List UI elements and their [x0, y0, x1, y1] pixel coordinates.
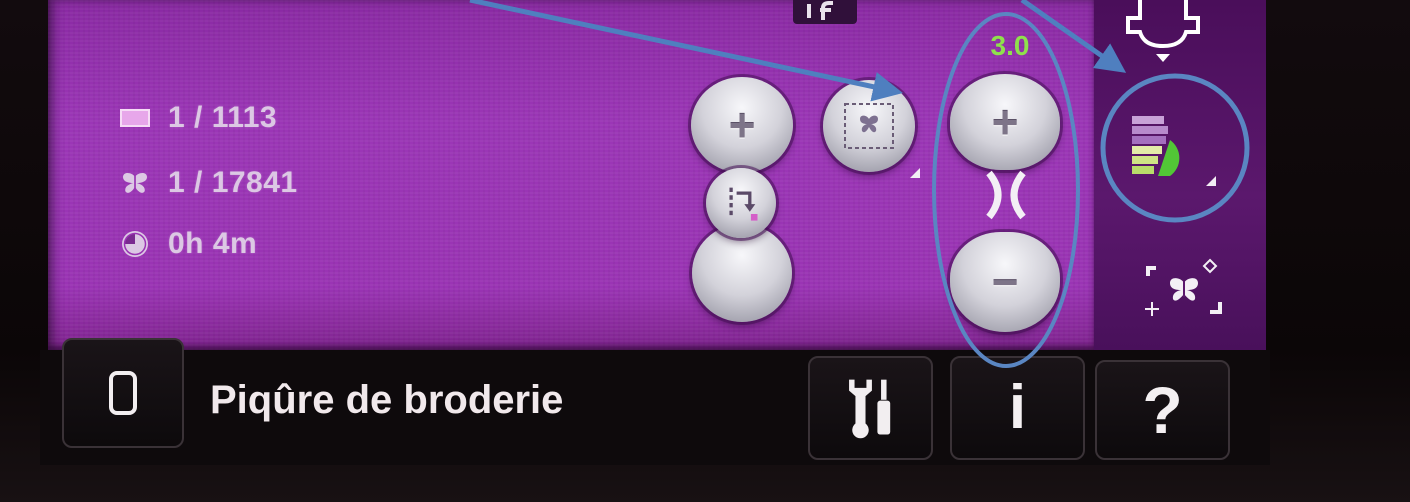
color-block-icon [118, 103, 152, 133]
design-position-button[interactable] [823, 80, 915, 172]
stitch-width-value: 3.0 [990, 30, 1030, 61]
time-info: 0h 4m [118, 224, 257, 264]
stitch-width-plus-button[interactable]: + [950, 74, 1060, 170]
blank-round-button[interactable] [692, 224, 792, 322]
clock-icon [118, 229, 152, 259]
plus-button[interactable]: + [691, 77, 793, 173]
stitch-width-icon [976, 170, 1036, 220]
help-button[interactable]: ? [1095, 360, 1230, 460]
sewing-machine-display: 1 / 1113 1 / 17841 0h 4m + 3.0 + − Piqûr… [0, 0, 1410, 502]
partial-glyph-icon [807, 1, 833, 20]
color-block-count: 1 / 1113 [168, 101, 278, 134]
tools-icon [848, 379, 890, 439]
help-icon: ? [1142, 373, 1183, 447]
plus-sign: + [728, 99, 756, 151]
menu-triangle-icon [1206, 176, 1216, 186]
hoop-button[interactable] [62, 338, 184, 448]
top-partial-button[interactable] [793, 0, 857, 24]
hoop-icon [109, 371, 137, 415]
plus-sign: + [991, 96, 1019, 148]
down-triangle-icon [1156, 54, 1170, 62]
info-button[interactable]: i [950, 356, 1085, 460]
framed-butterfly-icon [844, 103, 894, 149]
settings-tools-button[interactable] [808, 356, 933, 460]
stitch-count: 1 / 17841 [168, 166, 298, 199]
butterfly-corners-icon[interactable] [1144, 256, 1224, 322]
menu-triangle-icon [910, 168, 920, 178]
color-sequence-icon[interactable] [1130, 114, 1200, 180]
minus-sign: − [991, 256, 1019, 308]
stitch-count-info: 1 / 17841 [118, 163, 298, 203]
remaining-time: 0h 4m [168, 227, 258, 260]
page-title: Piqûre de broderie [210, 378, 564, 422]
butterfly-icon [118, 168, 152, 198]
color-block-info: 1 / 1113 [118, 98, 277, 138]
presser-foot-icon[interactable] [1118, 0, 1208, 56]
jump-stitch-button[interactable] [706, 168, 776, 238]
stitch-width-minus-button[interactable]: − [950, 232, 1060, 332]
jump-stitch-icon [729, 187, 758, 221]
info-icon: i [1008, 373, 1027, 442]
